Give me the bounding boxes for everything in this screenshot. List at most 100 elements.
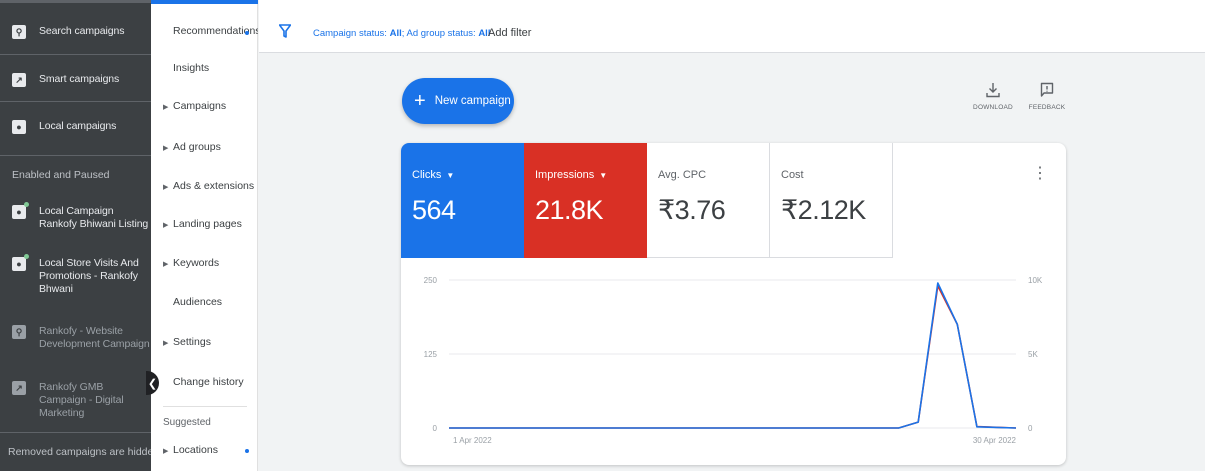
expand-arrow-icon: ▶	[163, 222, 169, 229]
filter-icon[interactable]	[279, 24, 291, 38]
nav-item-label: Ad groups	[173, 141, 221, 153]
smart-campaign-icon: ↗	[12, 381, 26, 395]
notification-dot	[245, 449, 249, 453]
metric-label: Avg. CPC	[658, 169, 707, 181]
performance-line-chart: 0 0 125 5K 250 10K 1 Apr 2022 30 Apr 2022	[424, 276, 1043, 445]
nav-item-label: Landing pages	[173, 218, 242, 230]
campaign-sidebar: ⚲ Search campaigns ↗ Smart campaigns ● L…	[0, 0, 151, 471]
filter-bar: Campaign status: All; Ad group status: A…	[259, 0, 1205, 53]
plus-icon: +	[414, 90, 426, 112]
sidebar-divider	[0, 155, 151, 156]
sidebar-item-smart-campaigns[interactable]: ↗ Smart campaigns	[0, 73, 151, 87]
nav-item-landing-pages[interactable]: ▶ Landing pages	[151, 218, 258, 230]
sidebar-item-search-campaigns[interactable]: ⚲ Search campaigns	[0, 25, 151, 39]
y-axis-right-tick-label: 10K	[1028, 276, 1043, 285]
download-button[interactable]: DOWNLOAD	[971, 82, 1015, 111]
expand-arrow-icon: ▶	[163, 261, 169, 268]
campaign-name: Local Store Visits And Promotions - Rank…	[39, 257, 139, 295]
more-options-icon[interactable]: ⋮	[1032, 166, 1048, 182]
sidebar-section-label: Enabled and Paused	[12, 169, 110, 181]
nav-item-label: Change history	[173, 376, 244, 388]
nav-item-keywords[interactable]: ▶ Keywords	[151, 257, 258, 269]
feedback-icon	[1040, 82, 1054, 97]
nav-item-locations[interactable]: ▶ Locations	[151, 444, 258, 456]
expand-arrow-icon: ▶	[163, 104, 169, 111]
nav-item-ads-extensions[interactable]: ▶ Ads & extensions	[151, 180, 258, 192]
y-axis-right-tick-label: 5K	[1028, 350, 1038, 359]
sidebar-top-divider	[0, 0, 151, 3]
metric-value: ₹2.12K	[781, 195, 866, 225]
nav-item-campaigns[interactable]: ▶ Campaigns	[151, 100, 258, 112]
location-pin-icon: ●	[12, 120, 26, 134]
metric-label: Clicks	[412, 169, 442, 181]
series-line-impressions	[449, 285, 1017, 429]
feedback-label: FEEDBACK	[1028, 104, 1066, 111]
dropdown-caret-icon: ▼	[446, 170, 455, 180]
sidebar-campaign-item[interactable]: ● Local Store Visits And Promotions - Ra…	[0, 254, 151, 296]
sidebar-item-label: Smart campaigns	[39, 73, 120, 85]
metric-cost[interactable]: Cost ₹2.12K	[770, 143, 893, 258]
nav-item-label: Audiences	[173, 296, 223, 308]
sidebar-divider	[0, 54, 151, 55]
sidebar-campaign-item[interactable]: ⚲ Rankofy - Website Development Campaign	[0, 325, 151, 351]
active-filters[interactable]: Campaign status: All; Ad group status: A…	[313, 28, 490, 39]
campaign-status-filter-label: Campaign status:	[313, 28, 390, 39]
expand-arrow-icon: ▶	[163, 340, 169, 347]
dropdown-caret-icon: ▼	[599, 170, 608, 180]
sidebar-item-label: Search campaigns	[39, 25, 125, 37]
metric-value: ₹3.76	[658, 195, 726, 225]
x-axis-end-label: 30 Apr 2022	[973, 436, 1017, 445]
metric-value: 21.8K	[535, 195, 604, 225]
sidebar-campaign-item[interactable]: ↗ Rankofy GMB Campaign - Digital Marketi…	[0, 381, 151, 420]
feedback-button[interactable]: FEEDBACK	[1025, 82, 1069, 111]
removed-campaigns-note: Removed campaigns are hidden	[0, 432, 151, 471]
smart-campaign-icon: ↗	[12, 73, 26, 87]
nav-item-label: Insights	[173, 62, 210, 74]
y-axis-left-tick-label: 0	[433, 424, 438, 433]
sidebar-campaign-item[interactable]: ● Local Campaign Rankofy Bhiwani Listing	[0, 202, 151, 231]
chevron-left-icon: ❮	[147, 377, 158, 390]
nav-item-insights[interactable]: Insights	[151, 62, 258, 74]
location-pin-icon: ●	[12, 202, 29, 219]
selected-campaign-indicator	[151, 0, 258, 4]
sidebar-item-local-campaigns[interactable]: ● Local campaigns	[0, 120, 151, 134]
search-icon: ⚲	[12, 25, 26, 39]
nav-item-label: Ads & extensions	[173, 180, 255, 192]
expand-arrow-icon: ▶	[163, 184, 169, 191]
expand-arrow-icon: ▶	[163, 448, 169, 455]
metric-value: 564	[412, 195, 456, 225]
nav-item-label: Settings	[173, 336, 211, 348]
campaign-status-filter-value: All	[389, 28, 402, 39]
nav-item-label: Keywords	[173, 257, 220, 269]
nav-item-settings[interactable]: ▶ Settings	[151, 336, 258, 348]
enabled-status-dot	[24, 254, 29, 259]
nav-divider	[163, 406, 247, 407]
nav-item-audiences[interactable]: Audiences	[151, 296, 258, 308]
y-axis-left-tick-label: 125	[424, 350, 438, 359]
metric-clicks[interactable]: Clicks ▼ 564	[401, 143, 524, 258]
search-icon: ⚲	[12, 325, 26, 339]
nav-item-recommendations[interactable]: Recommendations	[151, 25, 258, 37]
metric-avg-cpc[interactable]: Avg. CPC ₹3.76	[647, 143, 770, 258]
nav-item-label: Campaigns	[173, 100, 227, 112]
y-axis-right-tick-label: 0	[1028, 424, 1033, 433]
nav-item-change-history[interactable]: Change history	[151, 376, 258, 388]
metric-label: Cost	[781, 169, 804, 181]
add-filter-button[interactable]: Add filter	[488, 27, 531, 39]
ad-group-status-filter-label: Ad group status:	[406, 28, 479, 39]
sidebar-item-label: Local campaigns	[39, 120, 117, 132]
performance-chart: 0 0 125 5K 250 10K 1 Apr 2022 30 Apr 2022	[401, 258, 1066, 465]
series-line-clicks	[449, 282, 1017, 429]
download-label: DOWNLOAD	[973, 104, 1013, 111]
metric-label: Impressions	[535, 169, 595, 181]
new-campaign-label: New campaign	[434, 95, 511, 107]
expand-arrow-icon: ▶	[163, 145, 169, 152]
nav-item-label: Locations	[173, 444, 218, 456]
new-campaign-button[interactable]: + New campaign	[402, 78, 514, 124]
metric-impressions[interactable]: Impressions ▼ 21.8K	[524, 143, 647, 258]
nav-item-ad-groups[interactable]: ▶ Ad groups	[151, 141, 258, 153]
sidebar-divider	[0, 101, 151, 102]
suggested-section-label: Suggested	[163, 417, 211, 428]
campaign-name: Rankofy - Website Development Campaign	[39, 325, 150, 350]
campaign-name: Local Campaign Rankofy Bhiwani Listing	[39, 205, 149, 230]
